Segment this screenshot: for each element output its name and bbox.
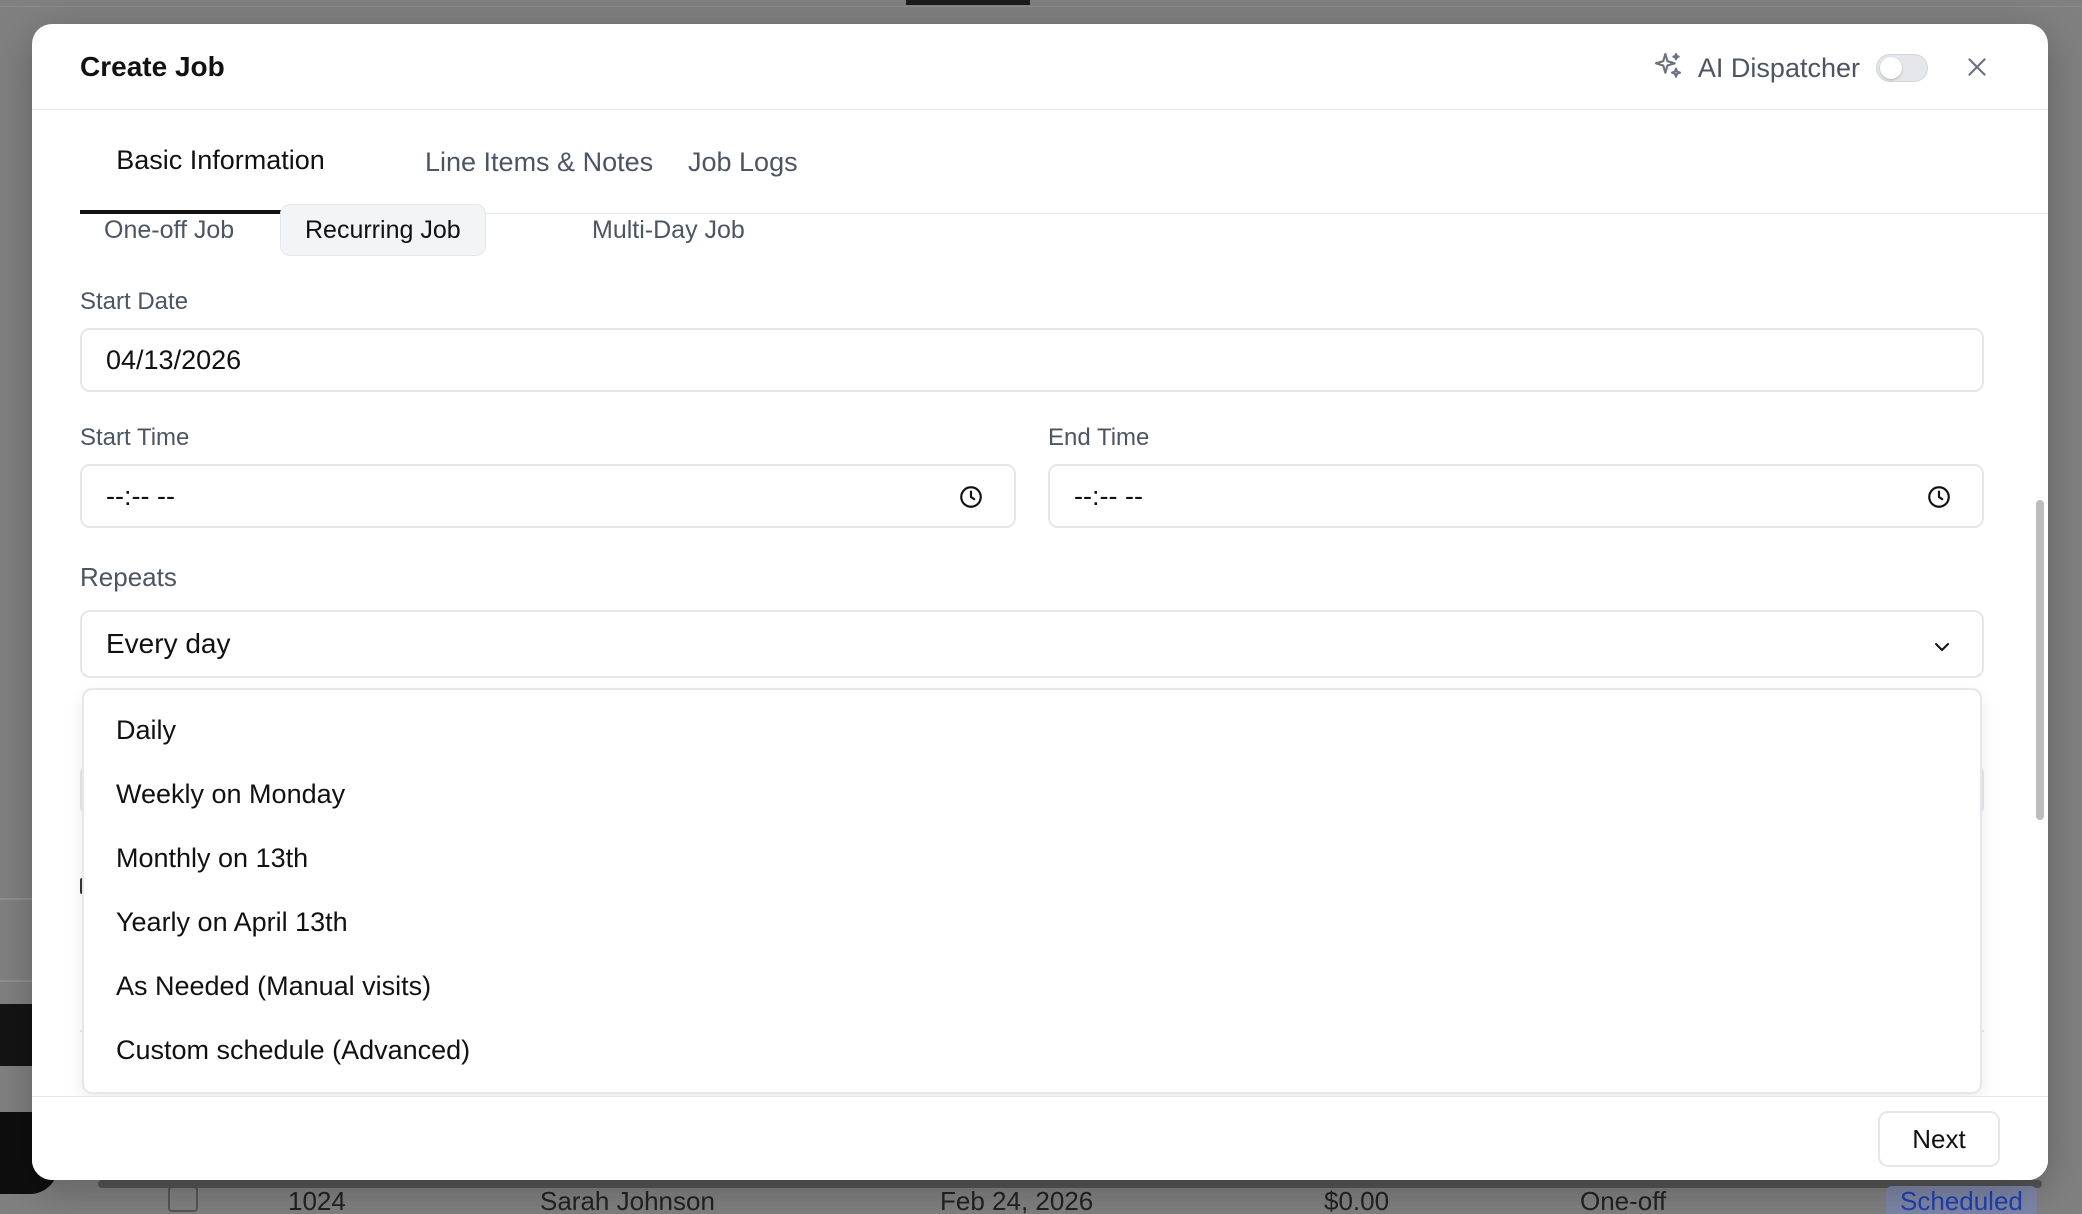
next-button[interactable]: Next	[1878, 1111, 2000, 1167]
toggle-knob	[1880, 57, 1902, 79]
start-date-value: 04/13/2026	[106, 344, 242, 375]
start-date-input[interactable]: 04/13/2026	[80, 328, 1984, 392]
modal-footer: Next	[32, 1096, 2048, 1180]
repeats-label: Repeats	[80, 562, 177, 592]
repeats-dropdown-menu: Daily Weekly on Monday Monthly on 13th Y…	[82, 688, 1982, 1094]
modal-title: Create Job	[80, 51, 225, 82]
chevron-down-icon	[1930, 634, 1954, 658]
close-icon	[1964, 58, 1990, 84]
status-badge: Scheduled	[1886, 1186, 2037, 1214]
tab-job-logs[interactable]: Job Logs	[688, 110, 798, 214]
tab-line-items-notes[interactable]: Line Items & Notes	[425, 110, 653, 214]
repeats-option-custom[interactable]: Custom schedule (Advanced)	[84, 1018, 1980, 1082]
repeats-option-as-needed[interactable]: As Needed (Manual visits)	[84, 954, 1980, 1018]
create-job-modal: Create Job AI Dispatcher Basic Informati…	[32, 24, 2048, 1180]
repeats-selected-value: Every day	[106, 628, 231, 659]
end-time-input[interactable]: --:-- --	[1048, 464, 1984, 528]
repeats-option-yearly[interactable]: Yearly on April 13th	[84, 890, 1980, 954]
repeats-select[interactable]: Every day	[80, 610, 1984, 678]
background-divider	[0, 898, 32, 900]
row-checkbox	[168, 1186, 198, 1212]
clock-icon[interactable]	[1926, 484, 1952, 510]
repeats-option-monthly[interactable]: Monthly on 13th	[84, 826, 1980, 890]
repeats-option-daily[interactable]: Daily	[84, 698, 1980, 762]
start-date-label: Start Date	[80, 288, 189, 315]
tab-basic-information[interactable]: Basic Information	[80, 110, 361, 214]
modal-header: Create Job AI Dispatcher	[32, 24, 2048, 110]
repeats-option-weekly[interactable]: Weekly on Monday	[84, 762, 1980, 826]
job-type-one-off[interactable]: One-off Job	[80, 204, 258, 256]
modal-tabs: Basic Information Line Items & Notes Job…	[80, 110, 2048, 214]
row-date: Feb 24, 2026	[940, 1186, 1094, 1214]
ai-dispatcher-label: AI Dispatcher	[1697, 52, 1860, 83]
row-amount: $0.00	[1324, 1186, 1390, 1214]
background-button	[0, 1004, 32, 1066]
end-time-value: --:-- --	[1074, 480, 1143, 511]
modal-scrollbar[interactable]	[2036, 500, 2044, 820]
start-time-input[interactable]: --:-- --	[80, 464, 1016, 528]
close-button[interactable]	[1964, 54, 1990, 80]
start-time-value: --:-- --	[106, 480, 175, 511]
job-type-multi-day[interactable]: Multi-Day Job	[568, 204, 769, 256]
clock-icon[interactable]	[958, 484, 984, 510]
ai-dispatcher-control: AI Dispatcher	[1652, 48, 1928, 88]
row-customer: Sarah Johnson	[540, 1186, 715, 1214]
start-time-label: Start Time	[80, 424, 190, 451]
background-tab-indicator	[906, 0, 1030, 5]
table-row: 1024 Sarah Johnson Feb 24, 2026 $0.00 On…	[100, 1186, 2062, 1214]
sparkles-icon	[1652, 50, 1684, 87]
ai-dispatcher-toggle[interactable]	[1876, 54, 1928, 82]
background-divider	[0, 980, 32, 982]
background-divider	[0, 6, 2082, 7]
job-type-recurring[interactable]: Recurring Job	[280, 204, 486, 256]
end-time-label: End Time	[1048, 424, 1150, 451]
row-type: One-off	[1580, 1186, 1667, 1214]
row-id: 1024	[288, 1186, 346, 1214]
